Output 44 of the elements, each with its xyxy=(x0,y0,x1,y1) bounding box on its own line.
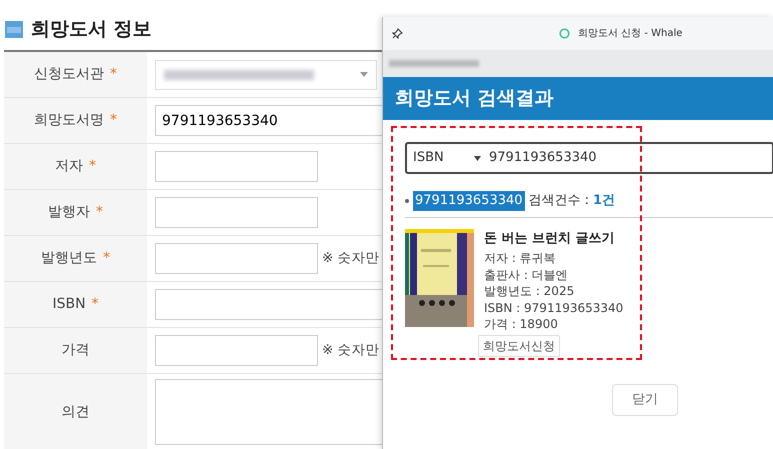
field-label: 신청도서관 xyxy=(34,65,104,84)
hint-text: ※ 숫자만 xyxy=(322,341,380,360)
count-label: 검색건수 : xyxy=(528,192,590,210)
query-text: 9791193653340 xyxy=(413,191,525,210)
book-title: 돈 버는 브런치 글쓰기 xyxy=(484,230,616,248)
field-label: 발행년도 xyxy=(41,249,97,268)
text-field[interactable] xyxy=(155,335,318,366)
section-icon xyxy=(5,20,23,38)
field-label: 발행자 xyxy=(48,203,90,222)
search-value: 9791193653340 xyxy=(488,149,597,168)
field-label: 의견 xyxy=(62,402,90,422)
caret-icon xyxy=(360,72,368,77)
request-button[interactable]: 희망도서신청 xyxy=(478,334,560,356)
status-icon xyxy=(559,28,570,39)
bullet-icon xyxy=(405,198,409,203)
required-mark: * xyxy=(96,203,103,222)
required-mark: * xyxy=(110,111,117,130)
result-count: 1건 xyxy=(593,192,616,210)
required-mark: * xyxy=(92,295,99,314)
hint-text: ※ 숫자만 xyxy=(322,249,380,268)
close-button[interactable]: 닫기 xyxy=(612,384,678,416)
window-title: 희망도서 신청 - Whale xyxy=(578,27,682,41)
book-detail: 가격 : 18900 xyxy=(484,316,559,332)
library-select[interactable] xyxy=(155,60,377,90)
book-detail: 출판사 : 더블엔 xyxy=(484,266,569,283)
popup-header: 희망도서 검색결과 xyxy=(383,77,773,120)
search-type[interactable]: ISBN xyxy=(413,148,444,168)
field-label: 가격 xyxy=(62,341,90,360)
page-title: 희망도서 정보 xyxy=(31,18,152,40)
book-detail: 저자 : 류귀복 xyxy=(484,250,557,266)
required-mark: * xyxy=(89,157,96,176)
text-field[interactable] xyxy=(155,197,318,228)
book-detail: ISBN : 9791193653340 xyxy=(484,300,624,316)
book-detail: 발행년도 : 2025 xyxy=(484,283,576,300)
search-bar[interactable]: ISBN 9791193653340 xyxy=(405,142,773,174)
field-label: 희망도서명 xyxy=(34,111,104,130)
caret-icon xyxy=(474,156,481,160)
pin-icon[interactable] xyxy=(392,28,403,39)
field-label: ISBN xyxy=(52,295,86,314)
required-mark: * xyxy=(110,65,117,84)
text-field[interactable] xyxy=(155,151,318,182)
field-label: 저자 xyxy=(55,157,83,176)
text-field[interactable] xyxy=(155,243,318,274)
required-mark: * xyxy=(103,249,110,268)
